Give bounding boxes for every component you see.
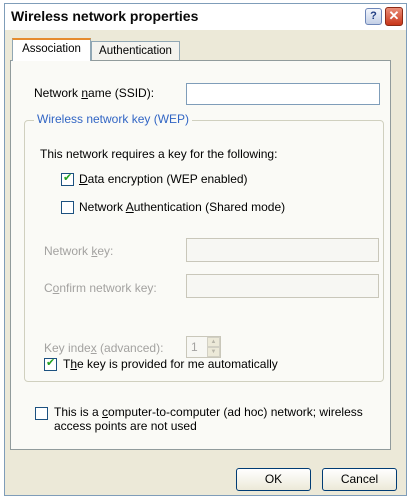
key-index-label: Key index (advanced): (44, 341, 164, 355)
network-key-input[interactable] (186, 238, 379, 262)
auto-key-checkbox[interactable] (44, 356, 57, 371)
network-authentication-label: Network Authentication (Shared mode) (79, 200, 286, 214)
title-bar: Wireless network properties ? ✕ (5, 4, 406, 30)
confirm-network-key-label: Confirm network key: (44, 281, 157, 295)
data-encryption-checkbox[interactable] (61, 171, 74, 186)
adhoc-network-checkbox[interactable] (35, 407, 48, 420)
data-encryption-label: Data encryption (WEP enabled) (79, 172, 248, 186)
tab-association[interactable]: Association (12, 38, 91, 61)
key-index-spinner[interactable]: ▲ ▼ (207, 337, 220, 357)
auto-key-label: The key is provided for me automatically (63, 357, 278, 371)
ssid-label: Network name (SSID): (34, 86, 155, 100)
adhoc-network-label-line2: access points are not used (54, 419, 197, 433)
spinner-up-icon[interactable]: ▲ (207, 337, 220, 347)
window-title: Wireless network properties (11, 8, 199, 24)
network-key-label: Network key: (44, 244, 114, 258)
adhoc-network-label-line1: This is a computer-to-computer (ad hoc) … (54, 405, 363, 419)
ssid-input[interactable] (186, 83, 380, 105)
help-button[interactable]: ? (365, 8, 382, 25)
tab-authentication[interactable]: Authentication (91, 41, 180, 61)
ok-button[interactable]: OK (236, 468, 311, 491)
spinner-down-icon[interactable]: ▼ (207, 347, 220, 357)
network-authentication-checkbox[interactable] (61, 201, 74, 214)
wep-group-legend: Wireless network key (WEP) (34, 112, 193, 126)
confirm-network-key-input[interactable] (186, 274, 379, 298)
close-button[interactable]: ✕ (385, 7, 403, 26)
wep-intro-text: This network requires a key for the foll… (40, 147, 278, 161)
cancel-button[interactable]: Cancel (322, 468, 397, 491)
